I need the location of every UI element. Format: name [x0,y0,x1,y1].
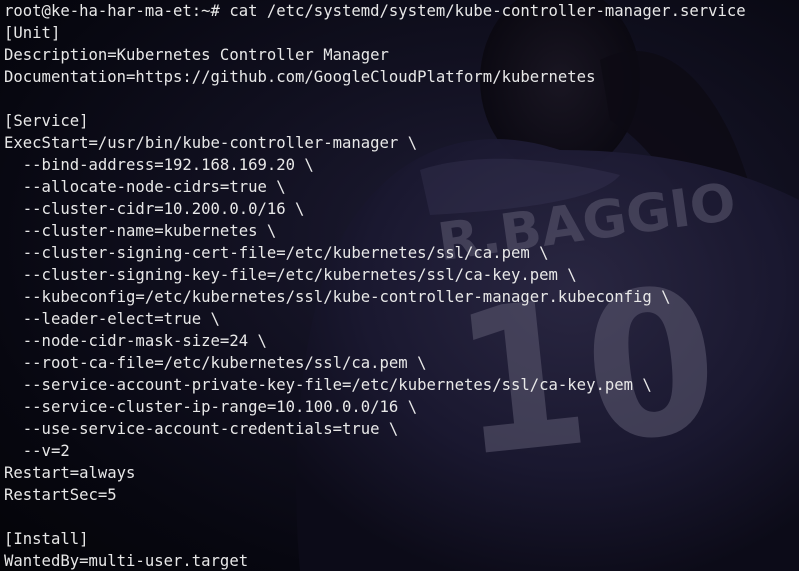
terminal-line: --cluster-signing-cert-file=/etc/kuberne… [4,244,549,262]
terminal-line: ExecStart=/usr/bin/kube-controller-manag… [4,134,418,152]
terminal-line: --service-account-private-key-file=/etc/… [4,376,652,394]
terminal-line: --node-cidr-mask-size=24 \ [4,332,267,350]
terminal-line: WantedBy=multi-user.target [4,552,249,570]
terminal-line: --kubeconfig=/etc/kubernetes/ssl/kube-co… [4,288,671,306]
terminal-line: --bind-address=192.168.169.20 \ [4,156,314,174]
terminal-prompt-line: root@ke-ha-har-ma-et:~# cat /etc/systemd… [4,2,746,20]
terminal-line: Description=Kubernetes Controller Manage… [4,46,389,64]
terminal-line: [Service] [4,112,89,130]
terminal-line: --cluster-signing-key-file=/etc/kubernet… [4,266,577,284]
terminal-output[interactable]: root@ke-ha-har-ma-et:~# cat /etc/systemd… [4,0,746,571]
terminal-line: [Unit] [4,24,61,42]
terminal-line: RestartSec=5 [4,486,117,504]
terminal-line: --use-service-account-credentials=true \ [4,420,399,438]
terminal-line: --allocate-node-cidrs=true \ [4,178,286,196]
terminal-window[interactable]: R.BAGGIO 10 root@ke-ha-har-ma-et:~# cat … [0,0,799,571]
terminal-line: Restart=always [4,464,136,482]
terminal-line: --cluster-cidr=10.200.0.0/16 \ [4,200,305,218]
terminal-line: --service-cluster-ip-range=10.100.0.0/16… [4,398,418,416]
terminal-line: [Install] [4,530,89,548]
terminal-line: --leader-elect=true \ [4,310,220,328]
terminal-line: --cluster-name=kubernetes \ [4,222,277,240]
terminal-line: --v=2 [4,442,70,460]
terminal-line: --root-ca-file=/etc/kubernetes/ssl/ca.pe… [4,354,427,372]
terminal-line: Documentation=https://github.com/GoogleC… [4,68,596,86]
